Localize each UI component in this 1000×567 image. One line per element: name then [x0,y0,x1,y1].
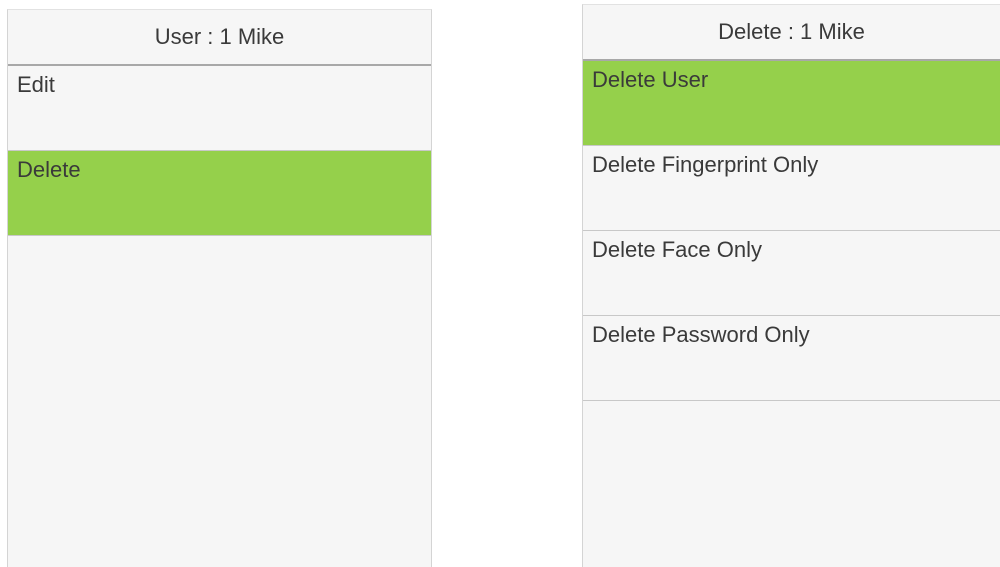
user-menu-screen: User : 1 Mike Edit Delete [7,9,432,567]
menu-item-delete-user[interactable]: Delete User [583,61,1000,146]
menu-item-delete-fingerprint-only[interactable]: Delete Fingerprint Only [583,146,1000,231]
menu-item-delete[interactable]: Delete [8,151,431,236]
menu-item-delete-face-only[interactable]: Delete Face Only [583,231,1000,316]
menu-item-edit[interactable]: Edit [8,66,431,151]
user-menu-list: Edit Delete [8,66,431,236]
menu-item-delete-password-only[interactable]: Delete Password Only [583,316,1000,401]
screen-title: User : 1 Mike [8,10,431,66]
delete-menu-screen: Delete : 1 Mike Delete User Delete Finge… [582,4,1000,567]
delete-menu-list: Delete User Delete Fingerprint Only Dele… [583,61,1000,401]
screen-title: Delete : 1 Mike [583,5,1000,61]
